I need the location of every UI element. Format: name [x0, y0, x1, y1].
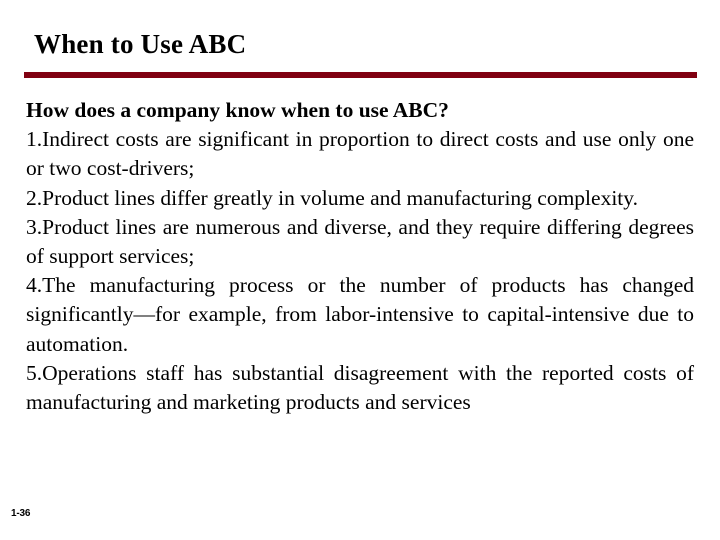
slide: When to Use ABC How does a company know … — [0, 0, 720, 540]
lead-question: How does a company know when to use ABC? — [26, 98, 449, 122]
list-item: 5.Operations staff has substantial disag… — [26, 359, 694, 417]
list-item: 4.The manufacturing process or the numbe… — [26, 271, 694, 359]
slide-number-footer: 1-36 — [11, 508, 31, 519]
list-item-number: 4. — [26, 273, 43, 298]
list-item-number: 1. — [26, 127, 43, 152]
list-item-text: Product lines are numerous and diverse, … — [26, 214, 694, 269]
list-item-text: Product lines differ greatly in volume a… — [42, 185, 638, 210]
list-item: 3.Product lines are numerous and diverse… — [26, 213, 694, 271]
page-title: When to Use ABC — [34, 29, 247, 59]
slide-body: How does a company know when to use ABC?… — [26, 96, 694, 417]
list-item-text: Operations staff has substantial disagre… — [26, 360, 694, 415]
list-item-number: 2. — [26, 185, 43, 210]
list-item: 1.Indirect costs are significant in prop… — [26, 125, 694, 183]
title-underline-rule — [24, 72, 697, 78]
list-item-number: 3. — [26, 214, 43, 239]
list-item: 2.Product lines differ greatly in volume… — [26, 184, 694, 213]
list-item-text: Indirect costs are significant in propor… — [26, 127, 694, 181]
list-item-text: The manufacturing process or the number … — [26, 273, 694, 356]
list-item-number: 5. — [26, 360, 43, 385]
